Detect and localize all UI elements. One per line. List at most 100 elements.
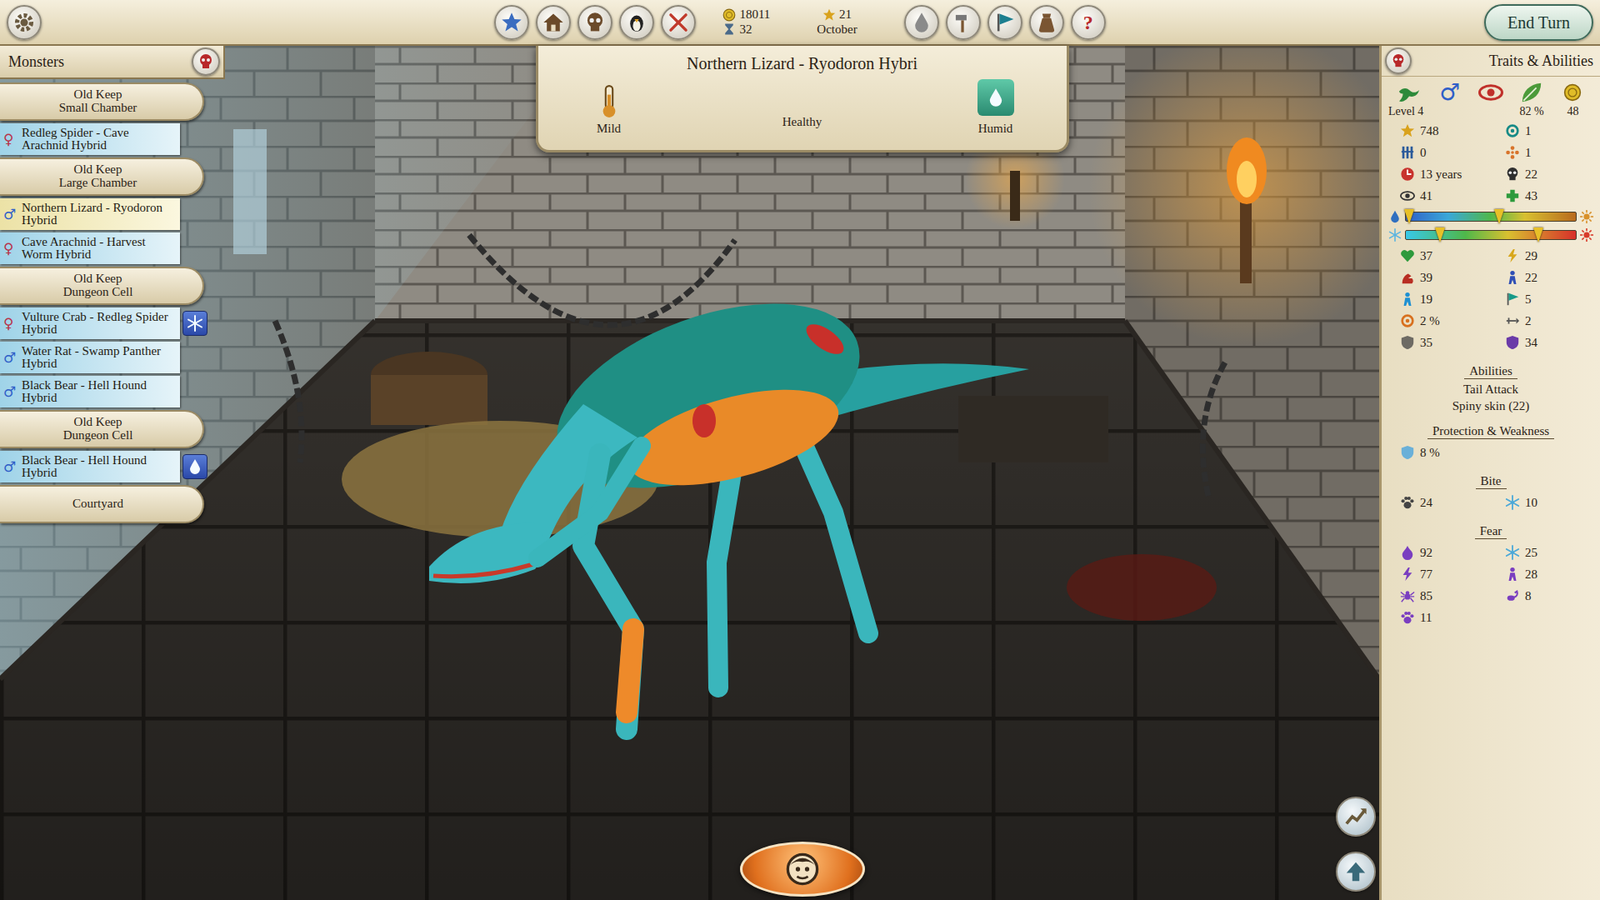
- stat-value: 10: [1525, 493, 1538, 513]
- location-line: Large Chamber: [6, 176, 190, 190]
- ability[interactable]: Spiny skin (22): [1388, 397, 1594, 415]
- map-button[interactable]: [494, 5, 530, 40]
- temperature: Mild: [571, 84, 647, 139]
- monster-name: Northern Lizard - Ryodoron Hybrid: [21, 201, 177, 227]
- location-header[interactable]: Old KeepSmall Chamber: [0, 82, 205, 121]
- monster-name: Cave Arachnid - Harvest Worm Hybrid: [21, 235, 177, 261]
- stat-value: 24: [1420, 493, 1433, 513]
- battle-button[interactable]: [660, 5, 696, 40]
- creature-title: Northern Lizard - Ryodoron Hybri: [571, 50, 1034, 76]
- creatures-icon: [625, 11, 648, 34]
- stat-value: 85: [1420, 586, 1433, 606]
- location-header[interactable]: Courtyard: [0, 485, 205, 524]
- section-heading: Abilities: [1388, 360, 1594, 381]
- location-line: Dungeon Cell: [6, 429, 190, 443]
- trait-section: Bite 24 10: [1388, 470, 1594, 515]
- monster-item[interactable]: ♂Northern Lizard - Ryodoron Hybrid: [0, 198, 180, 230]
- location-header[interactable]: Old KeepLarge Chamber: [0, 157, 205, 196]
- flag-icon: [1505, 291, 1520, 307]
- species-icon: [1396, 80, 1422, 105]
- stat: 39: [1388, 267, 1489, 288]
- stat: 43: [1493, 185, 1594, 206]
- build-icon: [952, 11, 975, 34]
- stat: 85: [1388, 585, 1489, 606]
- spider-icon: [1400, 588, 1415, 604]
- humidity-tile: [977, 79, 1015, 116]
- section-title: Bite: [1475, 473, 1507, 490]
- trait-section: Fear9225772885811: [1388, 520, 1594, 630]
- gender-icon: ♀: [3, 132, 19, 147]
- gold: 18011: [722, 7, 770, 22]
- high-marker[interactable]: [1533, 227, 1544, 243]
- top-bar: 180113221October?End Turn: [0, 0, 1600, 46]
- worth-value: 48: [1566, 105, 1579, 120]
- location-header[interactable]: Old KeepDungeon Cell: [0, 410, 205, 449]
- statistics-button[interactable]: [1335, 796, 1376, 837]
- ability[interactable]: Tail Attack: [1388, 380, 1594, 398]
- fertility-value: 82 %: [1520, 105, 1545, 120]
- monsters-title: Monsters: [8, 50, 65, 74]
- stat: 34: [1493, 332, 1594, 353]
- interact-button[interactable]: [740, 841, 865, 897]
- frost-icon: [1505, 545, 1520, 560]
- stat: 22: [1493, 164, 1594, 185]
- temperature-gauge: [1388, 225, 1594, 245]
- upgrade-icon: [1344, 860, 1368, 884]
- stat: 92: [1388, 542, 1489, 563]
- section-heading: Protection & Weakness: [1388, 420, 1594, 441]
- settings-button[interactable]: [6, 5, 42, 40]
- face-icon: [784, 850, 821, 888]
- section-heading: Fear: [1388, 520, 1594, 541]
- statistics-icon: [1344, 805, 1368, 829]
- stat-value: 29: [1525, 246, 1538, 266]
- build-button[interactable]: [945, 5, 981, 40]
- gauge-track: [1405, 211, 1577, 222]
- release-button[interactable]: [1385, 47, 1412, 75]
- end-turn-button[interactable]: End Turn: [1484, 4, 1594, 41]
- corner-buttons: [1335, 796, 1376, 892]
- inventory-button[interactable]: [1029, 5, 1065, 40]
- monster-item[interactable]: ♂Black Bear - Hell Hound Hybrid: [0, 450, 180, 483]
- map-icon: [500, 11, 523, 34]
- stat-value: 1: [1525, 121, 1532, 141]
- stat-grid: 372939221952 %23534: [1388, 245, 1594, 353]
- low-marker[interactable]: [1435, 227, 1445, 243]
- stat: 748: [1388, 120, 1489, 141]
- quests-button[interactable]: [987, 5, 1023, 40]
- potions-button[interactable]: [904, 5, 940, 40]
- gold-icon: [722, 8, 736, 22]
- sort-button[interactable]: [191, 47, 220, 76]
- turns-icon: [722, 22, 736, 36]
- keep-button[interactable]: [535, 5, 571, 40]
- low-marker[interactable]: [1404, 209, 1415, 225]
- location-row: Old KeepLarge Chamber: [0, 157, 225, 196]
- monster-row: ♂Water Rat - Swamp Panther Hybrid: [0, 341, 225, 374]
- monster-item[interactable]: ♀Vulture Crab - Redleg Spider Hybrid: [0, 307, 180, 340]
- upgrade-button[interactable]: [1335, 851, 1376, 892]
- inventory-icon: [1035, 11, 1058, 34]
- stat-value: 43: [1525, 186, 1538, 206]
- stat-value: 748: [1420, 121, 1440, 141]
- location-header[interactable]: Old KeepDungeon Cell: [0, 266, 205, 305]
- monster-item[interactable]: ♀Cave Arachnid - Harvest Worm Hybrid: [0, 232, 180, 265]
- humidity-gauge: [1388, 207, 1594, 226]
- gauge-track: [1405, 230, 1577, 240]
- help-button[interactable]: ?: [1070, 5, 1106, 40]
- monster-item[interactable]: ♀Redleg Spider - Cave Arachnid Hybrid: [0, 123, 180, 155]
- lizard-figure: [429, 267, 1030, 730]
- dungeon-button[interactable]: [577, 5, 613, 40]
- level-label: Level 4: [1388, 105, 1424, 120]
- section-title: Fear: [1475, 523, 1508, 540]
- creatures-button[interactable]: [619, 5, 655, 40]
- high-marker[interactable]: [1494, 209, 1505, 225]
- scene-area: Monsters Old KeepSmall Chamber♀Redleg Spi…: [0, 45, 1380, 900]
- calendar: 21October: [816, 7, 857, 37]
- stat: 28: [1493, 564, 1594, 585]
- stat: 10: [1493, 492, 1594, 513]
- frost-icon: [1505, 495, 1520, 510]
- stat-value: 2 %: [1420, 311, 1440, 331]
- monster-row: ♂Black Bear - Hell Hound Hybrid: [0, 375, 225, 408]
- monster-item[interactable]: ♂Water Rat - Swamp Panther Hybrid: [0, 341, 180, 374]
- monster-item[interactable]: ♂Black Bear - Hell Hound Hybrid: [0, 375, 180, 408]
- cross-icon: [1505, 188, 1520, 204]
